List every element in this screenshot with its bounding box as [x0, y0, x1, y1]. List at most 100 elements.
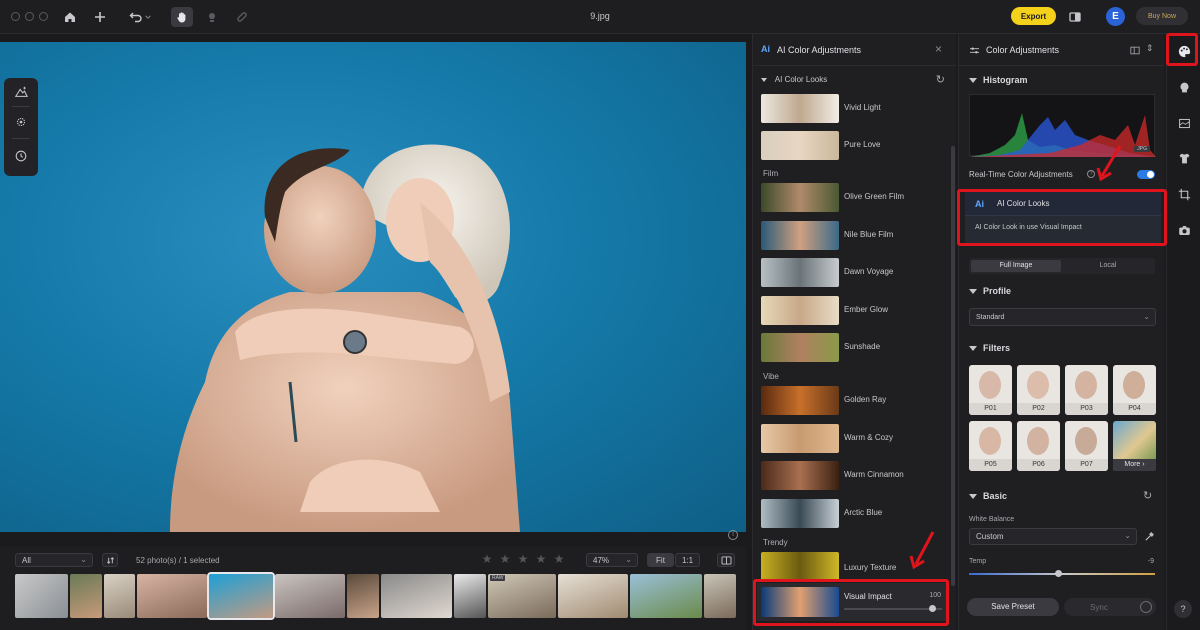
reset-icon[interactable]: ↻ — [936, 73, 945, 86]
more-filters-button[interactable]: More › — [1113, 421, 1156, 471]
add-icon[interactable] — [91, 8, 109, 26]
expand-chevron-icon[interactable]: ⇕ — [1146, 43, 1154, 54]
temp-value: -9 — [1147, 558, 1154, 565]
film-thumbnail[interactable] — [275, 574, 345, 618]
portrait-icon[interactable] — [1176, 79, 1192, 95]
profile-section-header[interactable]: Profile — [969, 286, 1011, 296]
film-thumbnail[interactable] — [347, 574, 379, 618]
filter-preset[interactable]: P02 — [1017, 365, 1060, 415]
ai-look-info-box[interactable]: Ai AI Color Looks AI Color Look in use V… — [965, 192, 1161, 244]
user-avatar[interactable]: E — [1106, 7, 1125, 26]
filter-preset[interactable]: P06 — [1017, 421, 1060, 471]
film-thumbnail-selected[interactable] — [207, 572, 275, 620]
one-to-one-button[interactable]: 1:1 — [675, 553, 700, 567]
intensity-slider-thumb[interactable] — [928, 605, 936, 612]
tab-full-image[interactable]: Full Image — [971, 260, 1061, 272]
filter-select[interactable]: All ⌄ — [15, 553, 93, 567]
camera-icon[interactable] — [1176, 222, 1192, 238]
rating-star-2[interactable]: ★ — [499, 553, 511, 565]
look-item[interactable]: Ember Glow — [761, 296, 949, 326]
look-item[interactable]: Sunshade — [761, 333, 949, 363]
compare-icon[interactable] — [1066, 8, 1084, 26]
white-balance-select[interactable]: Custom ⌄ — [969, 528, 1137, 545]
close-icon[interactable]: × — [935, 42, 942, 56]
look-item[interactable]: Warm Cinnamon — [761, 461, 949, 491]
tab-local[interactable]: Local — [1063, 260, 1153, 272]
fit-button[interactable]: Fit — [647, 553, 674, 567]
info-icon[interactable]: i — [728, 530, 738, 540]
realtime-toggle[interactable] — [1137, 170, 1155, 179]
sync-button[interactable]: Sync — [1064, 598, 1156, 616]
film-thumbnail[interactable] — [15, 574, 68, 618]
help-button[interactable]: ? — [1174, 600, 1192, 618]
histogram-section-header[interactable]: Histogram — [969, 75, 1028, 85]
window-maximize-button[interactable] — [39, 12, 48, 21]
look-item[interactable]: Vivid Light — [761, 94, 949, 124]
rating-star-3[interactable]: ★ — [517, 553, 529, 565]
export-button[interactable]: Export — [1011, 7, 1056, 25]
image-canvas[interactable] — [0, 42, 746, 532]
split-view-icon[interactable] — [717, 553, 735, 567]
film-thumbnail[interactable] — [104, 574, 135, 618]
collapse-triangle-icon — [761, 77, 767, 82]
background-icon[interactable] — [1176, 115, 1192, 131]
bandage-icon[interactable] — [233, 8, 251, 26]
look-item[interactable]: Olive Green Film — [761, 183, 949, 213]
palette-icon[interactable] — [1176, 43, 1192, 59]
texture-brush-icon[interactable] — [13, 114, 29, 130]
filter-preset[interactable]: P03 — [1065, 365, 1108, 415]
undo-history-chevron-icon[interactable] — [143, 8, 153, 26]
ai-looks-section-header[interactable]: AI Color Looks ↻ — [761, 73, 949, 87]
look-item[interactable]: Warm & Cozy — [761, 424, 949, 454]
group-label-film: Film — [763, 169, 779, 178]
film-thumbnail[interactable] — [70, 574, 102, 618]
rating-star-4[interactable]: ★ — [535, 553, 547, 565]
clothing-icon[interactable] — [1176, 150, 1192, 166]
basic-section-header[interactable]: Basic — [969, 491, 1007, 501]
info-circle-icon[interactable]: ? — [1087, 170, 1095, 178]
history-icon[interactable] — [13, 148, 29, 164]
rating-star-1[interactable]: ★ — [481, 553, 493, 565]
filter-preset[interactable]: P07 — [1065, 421, 1108, 471]
photo-count: 52 photo(s) / 1 selected — [136, 556, 220, 565]
film-thumbnail[interactable] — [558, 574, 628, 618]
window-minimize-button[interactable] — [25, 12, 34, 21]
look-item[interactable]: Nile Blue Film — [761, 221, 949, 251]
layout-icon[interactable] — [1130, 46, 1140, 55]
temp-slider-thumb[interactable] — [1054, 570, 1062, 577]
auto-enhance-icon[interactable] — [13, 84, 29, 100]
sort-button[interactable] — [102, 553, 118, 567]
ai-panel-scrollbar[interactable] — [951, 146, 955, 586]
buy-now-button[interactable]: Buy Now — [1136, 7, 1188, 25]
profile-select[interactable]: Standard ⌄ — [969, 308, 1156, 326]
reset-basic-icon[interactable]: ↻ — [1143, 489, 1152, 502]
film-thumbnail[interactable] — [454, 574, 486, 618]
hand-tool-icon[interactable] — [171, 7, 193, 27]
home-icon[interactable] — [61, 8, 79, 26]
sync-settings-icon[interactable] — [1140, 601, 1152, 613]
filter-preset[interactable]: P04 — [1113, 365, 1156, 415]
look-item-selected[interactable]: Visual Impact 100 — [757, 583, 949, 621]
filters-section-header[interactable]: Filters — [969, 343, 1010, 353]
look-item[interactable]: Arctic Blue — [761, 499, 949, 529]
zoom-select[interactable]: 47% ⌄ — [586, 553, 638, 567]
clone-stamp-icon[interactable] — [203, 8, 221, 26]
look-item[interactable]: Golden Ray — [761, 386, 949, 416]
filter-preset[interactable]: P05 — [969, 421, 1012, 471]
crop-icon[interactable] — [1176, 186, 1192, 202]
save-preset-button[interactable]: Save Preset — [967, 598, 1059, 616]
look-label: Warm Cinnamon — [844, 470, 904, 479]
film-thumbnail[interactable]: RAW — [488, 574, 556, 618]
film-thumbnail[interactable] — [381, 574, 452, 618]
look-item[interactable]: Pure Love — [761, 131, 949, 161]
film-thumbnail[interactable] — [137, 574, 207, 618]
filter-preset[interactable]: P01 — [969, 365, 1012, 415]
intensity-slider-track[interactable] — [844, 605, 942, 612]
film-thumbnail[interactable] — [704, 574, 736, 618]
temp-slider-track[interactable] — [969, 570, 1155, 577]
film-thumbnail[interactable] — [630, 574, 702, 618]
rating-star-5[interactable]: ★ — [553, 553, 565, 565]
look-item[interactable]: Dawn Voyage — [761, 258, 949, 288]
eyedropper-icon[interactable] — [1144, 531, 1155, 542]
window-close-button[interactable] — [11, 12, 20, 21]
